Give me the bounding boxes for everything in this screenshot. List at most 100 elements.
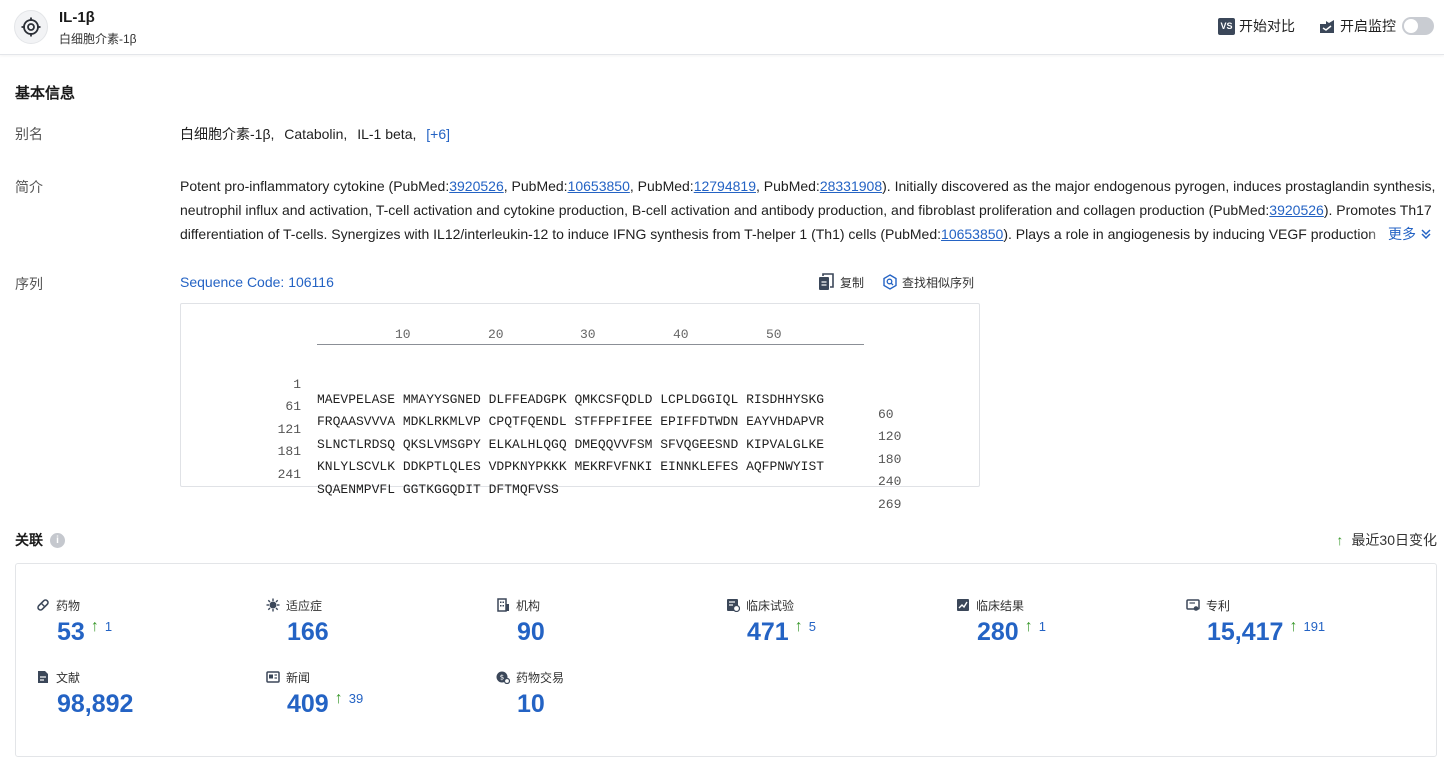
monitor-label: 开启监控: [1340, 18, 1396, 34]
stat-count[interactable]: 98,892: [57, 689, 133, 719]
stat-card[interactable]: 药物 53 ↑ 1: [36, 597, 256, 657]
stat-count[interactable]: 15,417: [1207, 617, 1283, 647]
association-title: 关联: [15, 532, 43, 548]
sequence-line: 121 SLNCTLRDSQ QKSLVMSGPY ELKALHLQGQ DME…: [181, 407, 981, 467]
intro-text-segment: , PubMed:: [629, 178, 694, 194]
alias-label: 别名: [15, 126, 43, 142]
pill-icon: [36, 598, 50, 612]
document-icon: [36, 670, 50, 684]
stat-delta-value: 1: [104, 619, 113, 634]
ruler-tick: 40: [673, 327, 689, 342]
monitor-button[interactable]: 开启监控: [1319, 16, 1434, 36]
intro-line: differentiation of T-cells. Synergizes w…: [180, 222, 1438, 246]
stat-count[interactable]: 10: [517, 689, 545, 719]
pubmed-link[interactable]: 28331908: [820, 178, 882, 194]
stat-label: 机构: [496, 597, 716, 613]
alias-item: 白细胞介素-1β,: [180, 126, 275, 142]
pubmed-link[interactable]: 10653850: [568, 178, 630, 194]
pubmed-link[interactable]: 10653850: [941, 226, 1003, 242]
copy-button[interactable]: 复制: [818, 273, 864, 291]
stat-label: 专利: [1186, 597, 1406, 613]
stat-count[interactable]: 471: [747, 617, 789, 647]
alias-more-link[interactable]: [+6]: [426, 126, 450, 142]
up-arrow-icon: ↑: [1024, 618, 1033, 635]
sequence-residues: SQAENMPVFL GGTKGGQDIT DFTMQFVSS: [317, 482, 559, 497]
pubmed-link[interactable]: 12794819: [694, 178, 756, 194]
pubmed-link[interactable]: 3920526: [449, 178, 504, 194]
stat-card[interactable]: 新闻 409 ↑ 39: [266, 669, 486, 729]
monitor-toggle[interactable]: [1402, 17, 1434, 35]
intro-text-segment: Potent pro-inflammatory cytokine (PubMed…: [180, 178, 450, 194]
stat-label: 临床试验: [726, 597, 946, 613]
find-similar-button[interactable]: 查找相似序列: [882, 274, 974, 291]
sequence-code-link[interactable]: Sequence Code: 106116: [180, 274, 334, 290]
stat-label-text: 药物交易: [516, 670, 565, 685]
stat-label: $ 药物交易: [496, 669, 716, 685]
up-arrow-icon: ↑: [334, 690, 343, 707]
stat-label: 临床结果: [956, 597, 1176, 613]
stat-count[interactable]: 280: [977, 617, 1019, 647]
section-title-basic-info: 基本信息: [15, 85, 76, 102]
stat-count[interactable]: 166: [287, 617, 329, 647]
stat-label: 文献: [36, 669, 256, 685]
ruler-tick: 30: [580, 327, 596, 342]
stat-card[interactable]: 临床结果 280 ↑ 1: [956, 597, 1176, 657]
association-stats: 药物 53 ↑ 1 适应症 166 机构 90 临床试验 471 ↑ 5 临床结果 280 ↑ 1 专利 15,4…: [15, 563, 1437, 757]
sequence-ruler: 10 20 30 40 50: [317, 325, 864, 345]
stat-card[interactable]: $ 药物交易 10: [496, 669, 716, 729]
stat-delta-value: 1: [1038, 619, 1046, 634]
patent-icon: [1186, 598, 1200, 612]
ruler-tick: 50: [766, 327, 782, 342]
stat-delta: ↑ 39: [335, 691, 363, 707]
intro-text-segment: ). Promotes Th17: [1323, 202, 1432, 218]
stat-card[interactable]: 专利 15,417 ↑ 191: [1186, 597, 1406, 657]
ruler-tick: 10: [395, 327, 411, 342]
page-title: IL-1β: [59, 9, 95, 26]
stat-card[interactable]: 机构 90: [496, 597, 716, 657]
stat-label: 新闻: [266, 669, 486, 685]
intro-text-segment: ). Initially discovered as the major end…: [882, 178, 1436, 194]
stat-count[interactable]: 409: [287, 689, 329, 719]
sequence-line: 1 MAEVPELASE MMAYYSGNED DLFFEADGPK QMKCS…: [181, 362, 981, 422]
sequence-label: 序列: [15, 276, 43, 292]
recent-change-legend: ↑ 最近30日变化: [1336, 530, 1437, 550]
stat-label: 药物: [36, 597, 256, 613]
stat-delta: ↑ 1: [1025, 619, 1046, 635]
find-similar-label: 查找相似序列: [902, 275, 975, 290]
stat-card[interactable]: 适应症 166: [266, 597, 486, 657]
ruler-tick: 20: [488, 327, 504, 342]
compare-button[interactable]: VS 开始对比: [1218, 16, 1295, 36]
sequence-start: 241: [277, 467, 301, 482]
building-icon: [496, 598, 510, 612]
compare-label: 开始对比: [1239, 18, 1295, 34]
alias-item: Catabolin,: [284, 126, 348, 142]
alias-list: 白细胞介素-1β, Catabolin, IL-1 beta, [+6]: [180, 124, 450, 144]
stat-card[interactable]: 临床试验 471 ↑ 5: [726, 597, 946, 657]
clinical-result-icon: [956, 598, 970, 612]
recent-change-label: 最近30日变化: [1351, 532, 1437, 548]
stat-label-text: 临床结果: [976, 598, 1025, 613]
stat-label-text: 机构: [516, 598, 541, 613]
stat-delta-value: 5: [808, 619, 816, 634]
svg-text:$: $: [500, 674, 504, 682]
info-icon[interactable]: i: [50, 532, 65, 548]
alias-item: IL-1 beta,: [357, 126, 417, 142]
up-arrow-icon: ↑: [794, 618, 803, 635]
clinical-trial-icon: [726, 598, 740, 612]
stat-count[interactable]: 90: [517, 617, 545, 647]
stat-card[interactable]: 文献 98,892: [36, 669, 256, 729]
stat-count[interactable]: 53: [57, 617, 85, 647]
stat-label-text: 新闻: [286, 670, 311, 685]
intro-text-segment: differentiation of T-cells. Synergizes w…: [180, 226, 942, 242]
intro-text: Potent pro-inflammatory cytokine (PubMed…: [180, 174, 1438, 246]
stat-delta-value: 39: [348, 691, 364, 706]
pubmed-link[interactable]: 3920526: [1269, 202, 1324, 218]
drug-deal-icon: $: [496, 670, 510, 684]
more-button[interactable]: 更多: [1368, 222, 1440, 246]
intro-text-segment: , PubMed:: [756, 178, 820, 194]
intro-line: neutrophil influx and activation, T-cell…: [180, 198, 1438, 222]
monitor-icon: [1319, 19, 1336, 34]
intro-text-segment: , PubMed:: [503, 178, 568, 194]
stat-label-text: 专利: [1206, 598, 1231, 613]
copy-icon: [818, 273, 834, 291]
